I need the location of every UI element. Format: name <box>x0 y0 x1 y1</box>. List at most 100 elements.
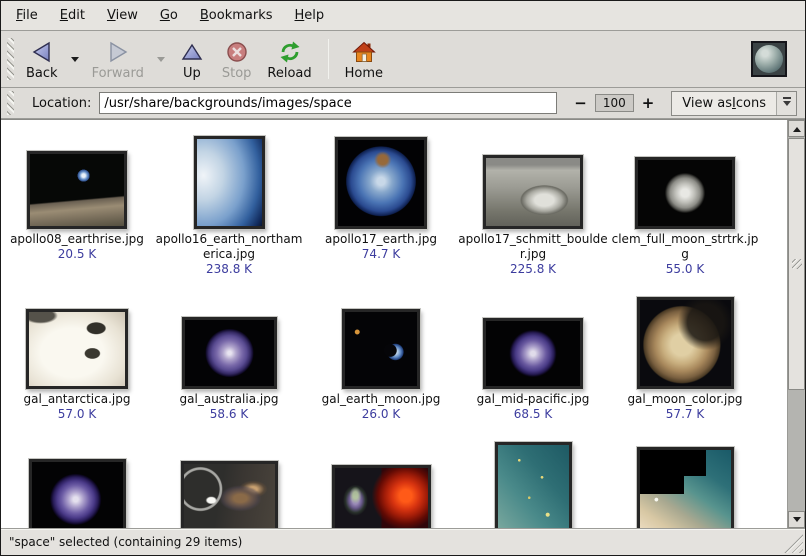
window-resize-grip[interactable] <box>781 531 803 553</box>
throbber <box>751 41 787 77</box>
file-size: 238.8 K <box>206 262 252 276</box>
file-size: 57.7 K <box>666 407 704 421</box>
file-thumbnail[interactable] <box>635 157 735 229</box>
menu-bookmarks[interactable]: Bookmarks <box>189 3 284 28</box>
vertical-scrollbar[interactable] <box>787 120 805 528</box>
up-label: Up <box>183 66 201 81</box>
file-thumbnail[interactable] <box>483 155 583 229</box>
reload-icon <box>276 39 304 65</box>
file-thumbnail[interactable] <box>483 318 583 389</box>
location-input[interactable] <box>99 92 557 114</box>
file-item-partial-4[interactable] <box>457 451 609 528</box>
home-label: Home <box>345 66 383 81</box>
back-button[interactable]: Back <box>18 35 66 84</box>
location-bar: Location: − 100 + View as Icons <box>1 88 805 119</box>
scrollbar-grip <box>792 259 802 269</box>
chevron-down-icon <box>783 101 791 110</box>
chevron-down-icon <box>71 57 79 66</box>
menu-bar: File Edit View Go Bookmarks Help <box>1 1 805 31</box>
view-as-arrow-button[interactable] <box>776 92 796 115</box>
file-thumbnail[interactable] <box>27 151 127 229</box>
file-item-gal-australia[interactable]: gal_australia.jpg58.6 K <box>153 297 305 389</box>
combo-ridge <box>783 97 791 99</box>
file-thumbnail[interactable] <box>332 465 431 528</box>
file-item-partial-2[interactable] <box>153 451 305 528</box>
file-name: gal_moon_color.jpg <box>627 392 742 406</box>
file-item-gal-earth-moon[interactable]: gal_earth_moon.jpg26.0 K <box>305 297 457 389</box>
file-thumbnail[interactable] <box>342 309 420 389</box>
zoom-in-button[interactable]: + <box>637 94 660 112</box>
forward-icon <box>104 39 132 65</box>
file-item-gal-moon-color[interactable]: gal_moon_color.jpg57.7 K <box>609 297 761 389</box>
file-item-apollo17-schmitt-boulder[interactable]: apollo17_schmitt_boulder.jpg225.8 K <box>457 129 609 229</box>
file-size: 57.0 K <box>58 407 96 421</box>
icon-grid: apollo08_earthrise.jpg20.5 K apollo16_ea… <box>1 120 787 528</box>
locationbar-drag-handle[interactable] <box>7 91 14 115</box>
menu-file[interactable]: File <box>5 3 49 28</box>
menu-view[interactable]: View <box>96 3 149 28</box>
stop-icon <box>223 39 251 65</box>
back-history-dropdown[interactable] <box>66 39 84 79</box>
file-item-apollo17-earth[interactable]: apollo17_earth.jpg74.7 K <box>305 129 457 229</box>
file-item-gal-mid-pacific[interactable]: gal_mid-pacific.jpg68.5 K <box>457 297 609 389</box>
file-thumbnail[interactable] <box>26 309 128 389</box>
file-thumbnail[interactable] <box>637 297 734 389</box>
file-size: 68.5 K <box>514 407 552 421</box>
file-thumbnail[interactable] <box>335 137 427 229</box>
icon-view: apollo08_earthrise.jpg20.5 K apollo16_ea… <box>1 119 805 528</box>
menu-help[interactable]: Help <box>284 3 336 28</box>
menu-view-label: iew <box>116 8 138 23</box>
menu-help-accel: H <box>295 8 305 23</box>
zoom-out-button[interactable]: − <box>569 94 592 112</box>
file-browser-window: File Edit View Go Bookmarks Help Back <box>0 0 806 556</box>
home-button[interactable]: Home <box>337 35 391 84</box>
file-thumbnail[interactable] <box>182 317 277 389</box>
file-thumbnail[interactable] <box>194 136 265 229</box>
location-label: Location: <box>32 96 91 111</box>
file-item-clem-full-moon[interactable]: clem_full_moon_strtrk.jpg55.0 K <box>609 129 761 229</box>
file-item-partial-1[interactable] <box>1 451 153 528</box>
file-item-apollo16-earth-northamerica[interactable]: apollo16_earth_northamerica.jpg238.8 K <box>153 129 305 229</box>
file-name: apollo17_earth.jpg <box>325 232 437 246</box>
file-name: apollo08_earthrise.jpg <box>10 232 144 246</box>
file-thumbnail[interactable] <box>495 442 572 528</box>
file-item-partial-3[interactable] <box>305 451 457 528</box>
stop-button[interactable]: Stop <box>214 35 260 84</box>
file-item-apollo08-earthrise[interactable]: apollo08_earthrise.jpg20.5 K <box>1 129 153 229</box>
view-as-dropdown[interactable]: View as Icons <box>671 91 797 116</box>
file-name: apollo16_earth_northamerica.jpg <box>156 232 303 261</box>
file-thumbnail[interactable] <box>29 459 126 528</box>
chevron-up-icon <box>793 123 801 132</box>
file-size: 74.7 K <box>362 247 400 261</box>
forward-history-dropdown[interactable] <box>152 39 170 79</box>
file-name: gal_earth_moon.jpg <box>322 392 441 406</box>
menu-edit[interactable]: Edit <box>49 3 96 28</box>
status-bar: "space" selected (containing 29 items) <box>1 528 805 555</box>
view-as-post: cons <box>736 96 766 111</box>
file-item-partial-5[interactable] <box>609 451 761 528</box>
file-thumbnail[interactable] <box>637 447 734 528</box>
menu-go[interactable]: Go <box>149 3 189 28</box>
file-size: 58.6 K <box>210 407 248 421</box>
menu-bookmarks-accel: B <box>200 8 209 23</box>
file-size: 225.8 K <box>510 262 556 276</box>
scrollbar-thumb[interactable] <box>788 138 805 390</box>
file-size: 26.0 K <box>362 407 400 421</box>
scroll-up-button[interactable] <box>788 120 805 137</box>
menu-help-label: elp <box>304 8 324 23</box>
icon-row-3 <box>1 451 787 528</box>
file-name: gal_mid-pacific.jpg <box>477 392 590 406</box>
forward-button[interactable]: Forward <box>84 35 152 84</box>
view-as-pre: View as <box>682 96 732 111</box>
toolbar-separator <box>328 39 329 79</box>
reload-button[interactable]: Reload <box>259 35 319 84</box>
file-name: clem_full_moon_strtrk.jpg <box>612 232 759 261</box>
file-item-gal-antarctica[interactable]: gal_antarctica.jpg57.0 K <box>1 297 153 389</box>
scroll-down-button[interactable] <box>788 511 805 528</box>
up-button[interactable]: Up <box>170 35 214 84</box>
zoom-level-indicator: 100 <box>595 94 634 112</box>
toolbar-drag-handle[interactable] <box>7 38 14 80</box>
file-thumbnail[interactable] <box>181 461 278 528</box>
home-icon <box>350 39 378 65</box>
file-size: 55.0 K <box>666 262 704 276</box>
